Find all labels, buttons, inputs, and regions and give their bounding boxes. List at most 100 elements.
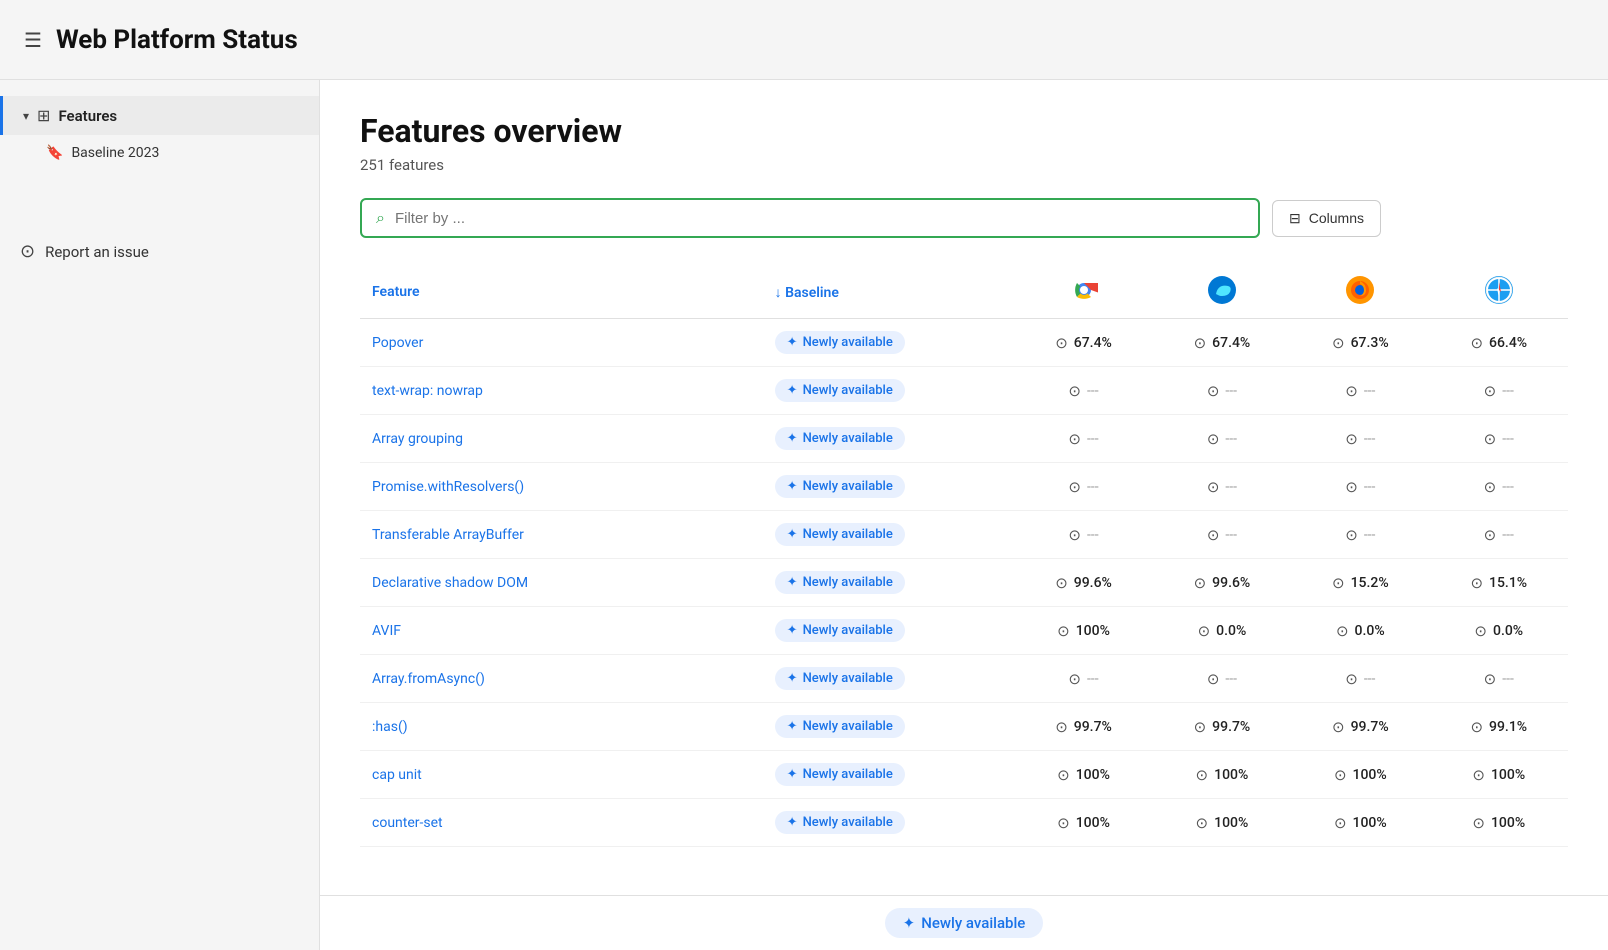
sidebar-report-label: Report an issue — [45, 243, 149, 261]
chrome-value: --- — [1087, 431, 1099, 447]
feature-name-link[interactable]: cap unit — [372, 767, 422, 783]
check-icon: ⊙ — [1334, 814, 1347, 832]
firefox-icon — [1346, 276, 1374, 304]
safari-cell: ⊙--- — [1430, 367, 1568, 415]
sparkle-icon: ✦ — [787, 383, 798, 398]
columns-icon: ⊟ — [1289, 210, 1301, 227]
firefox-cell: ⊙--- — [1291, 367, 1429, 415]
check-icon: ⊙ — [1470, 718, 1483, 736]
chrome-icon — [1070, 276, 1098, 304]
feature-name-link[interactable]: Promise.withResolvers() — [372, 479, 524, 495]
safari-cell: ⊙66.4% — [1430, 319, 1568, 367]
edge-cell: ⊙ 100% — [1153, 799, 1291, 847]
check-icon: ⊙ — [1207, 430, 1220, 448]
firefox-value: --- — [1364, 527, 1376, 543]
check-icon: ⊙ — [1057, 766, 1070, 784]
feature-name-link[interactable]: Transferable ArrayBuffer — [372, 527, 524, 543]
table-header-row: Feature ↓ Baseline — [360, 266, 1568, 319]
chrome-value: 100% — [1076, 767, 1110, 783]
col-header-feature[interactable]: Feature — [360, 266, 763, 319]
check-icon: ⊙ — [1068, 478, 1081, 496]
firefox-cell: ⊙ 67.3% — [1291, 319, 1429, 367]
safari-cell: ⊙--- — [1430, 655, 1568, 703]
filter-bar: ⌕ ⊟ Columns — [360, 198, 1568, 238]
check-icon: ⊙ — [1484, 430, 1497, 448]
columns-button[interactable]: ⊟ Columns — [1272, 200, 1381, 237]
check-icon: ⊙ — [1332, 574, 1345, 592]
feature-name-link[interactable]: Declarative shadow DOM — [372, 575, 528, 591]
safari-value: 100% — [1491, 767, 1525, 783]
feature-name-link[interactable]: text-wrap: nowrap — [372, 383, 483, 399]
chrome-cell: ⊙100% — [1014, 607, 1152, 655]
chrome-cell: ⊙ 100% — [1014, 751, 1152, 799]
footer-newly-badge: ✦ Newly available — [885, 908, 1044, 938]
table-body: Popover✦ Newly available⊙67.4%⊙67.4%⊙67.… — [360, 319, 1568, 847]
chrome-cell: ⊙--- — [1014, 511, 1152, 559]
feature-name-link[interactable]: AVIF — [372, 623, 401, 639]
check-icon: ⊙ — [1207, 670, 1220, 688]
firefox-cell: ⊙--- — [1291, 463, 1429, 511]
edge-value: 100% — [1214, 815, 1248, 831]
chrome-cell: ⊙99.7% — [1014, 703, 1152, 751]
check-icon: ⊙ — [1345, 430, 1358, 448]
features-table: Feature ↓ Baseline — [360, 266, 1568, 847]
sparkle-icon: ✦ — [787, 335, 798, 350]
sparkle-icon: ✦ — [787, 479, 798, 494]
sidebar-baseline-label: Baseline 2023 — [71, 145, 159, 161]
edge-value: 0.0% — [1216, 623, 1246, 639]
sparkle-icon: ✦ — [787, 527, 798, 542]
safari-icon — [1485, 276, 1513, 304]
check-icon: ⊙ — [1470, 334, 1483, 352]
edge-cell: ⊙--- — [1153, 655, 1291, 703]
check-icon: ⊙ — [1345, 670, 1358, 688]
table-row: Promise.withResolvers()✦ Newly available… — [360, 463, 1568, 511]
check-icon: ⊙ — [1068, 670, 1081, 688]
firefox-value: 67.3% — [1351, 335, 1389, 351]
feature-name-link[interactable]: Array.fromAsync() — [372, 671, 485, 687]
filter-input[interactable] — [395, 210, 1244, 227]
table-row: cap unit✦ Newly available⊙100%⊙100%⊙100%… — [360, 751, 1568, 799]
check-icon: ⊙ — [1196, 814, 1209, 832]
sparkle-icon: ✦ — [787, 623, 798, 638]
col-header-baseline[interactable]: ↓ Baseline — [763, 266, 1015, 319]
feature-name-link[interactable]: Array grouping — [372, 431, 463, 447]
firefox-cell: ⊙--- — [1291, 655, 1429, 703]
footer-area: ✦ Newly available — [320, 895, 1608, 950]
sidebar-item-baseline2023[interactable]: 🔖 Baseline 2023 — [0, 135, 319, 171]
table-row: Popover✦ Newly available⊙67.4%⊙67.4%⊙67.… — [360, 319, 1568, 367]
features-icon: ⊞ — [37, 106, 50, 125]
table-row: Transferable ArrayBuffer ✦ Newly availabl… — [360, 511, 1568, 559]
edge-cell: ⊙--- — [1153, 511, 1291, 559]
newly-badge: ✦ Newly available — [775, 715, 905, 738]
check-icon: ⊙ — [1198, 622, 1211, 640]
sidebar-report-issue[interactable]: ⊙ Report an issue — [0, 231, 319, 272]
safari-value: 99.1% — [1489, 719, 1527, 735]
col-header-firefox — [1291, 266, 1429, 319]
sparkle-icon: ✦ — [903, 914, 916, 932]
firefox-cell: ⊙--- — [1291, 511, 1429, 559]
check-icon: ⊙ — [1474, 622, 1487, 640]
sidebar-item-features[interactable]: ▾ ⊞ Features — [0, 96, 319, 135]
safari-cell: ⊙--- — [1430, 415, 1568, 463]
safari-value: 100% — [1491, 815, 1525, 831]
app-title: Web Platform Status — [56, 25, 298, 55]
chrome-value: 100% — [1076, 815, 1110, 831]
feature-name-link[interactable]: :has() — [372, 719, 408, 735]
edge-cell: ⊙100% — [1153, 751, 1291, 799]
check-icon: ⊙ — [1332, 334, 1345, 352]
col-header-safari — [1430, 266, 1568, 319]
check-icon: ⊙ — [1055, 334, 1068, 352]
check-icon: ⊙ — [1055, 718, 1068, 736]
newly-badge: ✦ Newly available — [775, 427, 905, 450]
check-icon: ⊙ — [1336, 622, 1349, 640]
feature-name-link[interactable]: counter-set — [372, 815, 443, 831]
newly-badge: ✦ Newly available — [775, 523, 905, 546]
chrome-value: --- — [1087, 671, 1099, 687]
newly-badge: ✦ Newly available — [775, 763, 905, 786]
feature-name-link[interactable]: Popover — [372, 335, 423, 351]
chrome-cell: ⊙100% — [1014, 799, 1152, 847]
chrome-cell: ⊙67.4% — [1014, 319, 1152, 367]
safari-cell: ⊙100% — [1430, 751, 1568, 799]
edge-value: --- — [1225, 383, 1237, 399]
hamburger-icon[interactable]: ☰ — [24, 28, 42, 52]
